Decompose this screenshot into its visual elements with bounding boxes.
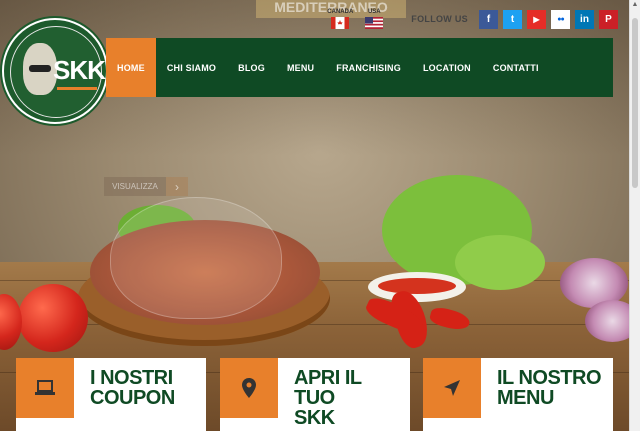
nav-item-blog[interactable]: BLOG [227,38,276,97]
flickr-glyph: ●● [557,15,565,23]
logo-text: SKK [53,55,106,85]
flag-canada[interactable]: CANADA [327,9,353,29]
nav-item-home[interactable]: HOME [106,38,156,97]
lettuce-right-2 [455,235,545,290]
card-coupon-line2: COUPON [90,387,175,409]
hero-arrow-button[interactable]: › [166,177,188,196]
send-icon [423,358,481,418]
youtube-icon[interactable]: ▶ [527,9,546,29]
skk-logo[interactable]: SKK [2,18,108,124]
twitter-glyph: t [510,13,515,25]
laptop-icon [16,358,74,418]
card-menu[interactable]: IL NOSTRO MENU [423,358,613,431]
tomato-1 [18,284,88,352]
facebook-icon[interactable]: f [479,9,498,29]
card-open-skk-line1: APRI IL TUO [294,367,362,409]
map-pin-icon [220,358,278,418]
nav-item-location[interactable]: LOCATION [412,38,482,97]
youtube-glyph: ▶ [533,14,540,24]
follow-us-label: FOLLOW US [411,14,468,24]
canada-flag-icon [331,17,350,29]
flag-canada-label: CANADA [327,9,354,15]
logo-portrait [23,43,57,95]
facebook-glyph: f [486,13,491,25]
top-bar: CANADA USA FOLLOW US f t ▶ ●● in P [327,8,618,30]
linkedin-glyph: in [580,13,589,25]
pinterest-glyph: P [605,13,612,25]
flickr-icon[interactable]: ●● [551,9,570,29]
card-menu-line1: IL NOSTRO [497,367,602,389]
card-coupon-line1: I NOSTRI [90,367,173,389]
nav-item-contatti[interactable]: CONTATTI [482,38,550,97]
flag-usa-label: USA [367,9,381,15]
scroll-up-arrow-icon[interactable]: ▲ [630,0,640,10]
linkedin-icon[interactable]: in [575,9,594,29]
card-open-skk[interactable]: APRI IL TUO SKK [220,358,410,431]
card-coupon[interactable]: I NOSTRI COUPON [16,358,206,431]
nav-item-chi-siamo[interactable]: CHI SIAMO [156,38,227,97]
nav-item-menu[interactable]: MENU [276,38,325,97]
nav-item-franchising[interactable]: FRANCHISING [325,38,412,97]
pinterest-icon[interactable]: P [599,9,618,29]
usa-flag-icon [365,17,384,29]
scroll-thumb[interactable] [632,18,638,188]
main-nav: HOME CHI SIAMO BLOG MENU FRANCHISING LOC… [106,38,613,97]
card-menu-title: IL NOSTRO MENU [497,368,607,408]
page-scrollbar[interactable]: ▲ [629,0,640,431]
card-menu-line2: MENU [497,387,554,409]
logo-ring: SKK [10,26,106,118]
card-open-skk-title: APRI IL TUO SKK [294,368,404,428]
sauce [378,278,456,294]
card-open-skk-line2: SKK [294,407,335,429]
twitter-icon[interactable]: t [503,9,522,29]
glass-dome [110,197,282,319]
card-coupon-title: I NOSTRI COUPON [90,368,200,408]
logo-bar [57,87,97,90]
flag-usa[interactable]: USA [365,9,384,29]
hero-view-button[interactable]: VISUALIZZA [104,177,166,196]
